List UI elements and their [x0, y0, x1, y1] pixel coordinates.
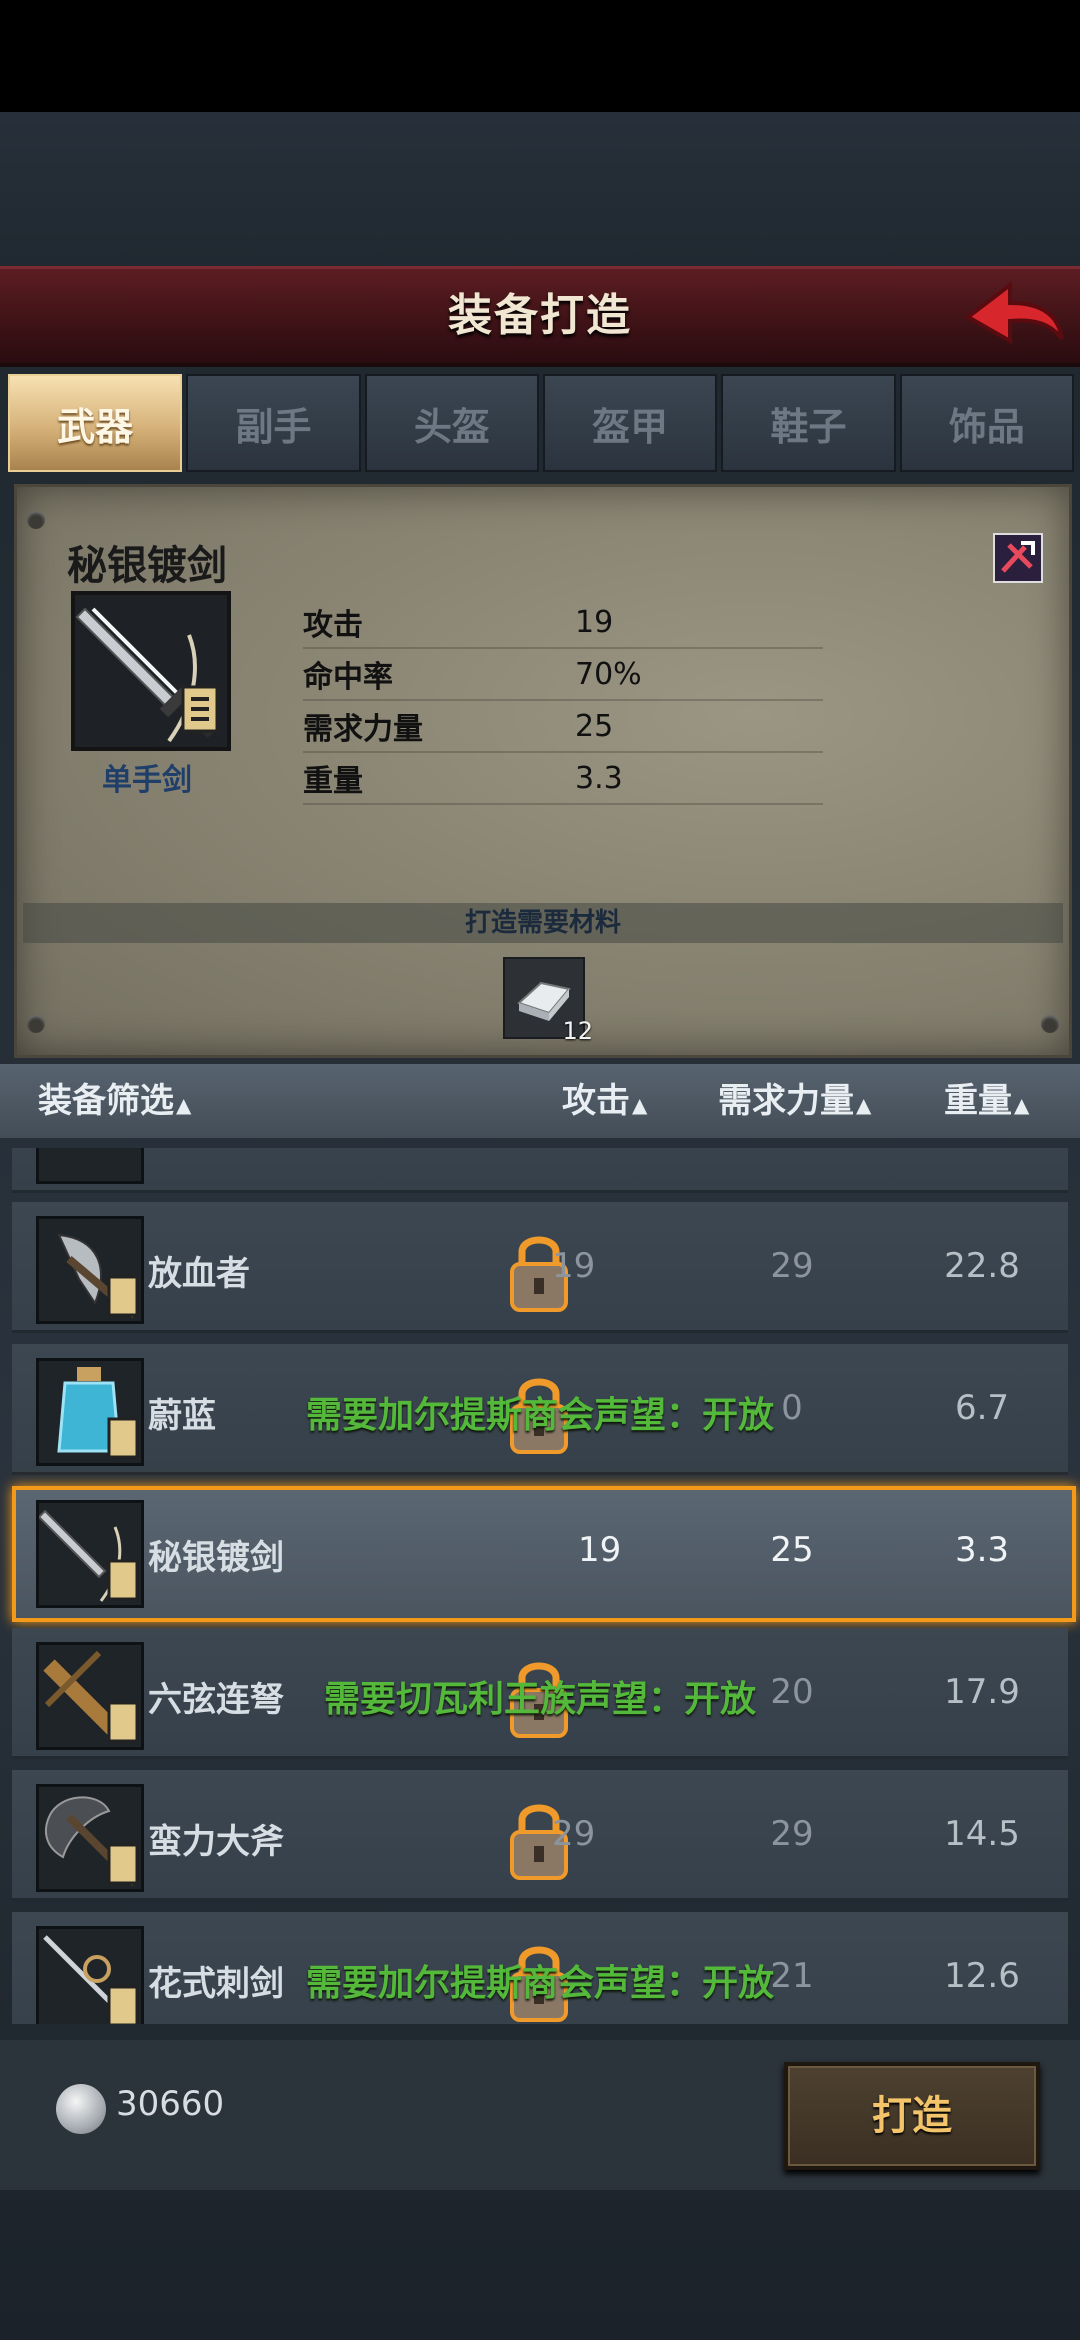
tab-helmet[interactable]: 头盔	[364, 374, 539, 472]
forge-button[interactable]: 打造	[784, 2062, 1040, 2170]
list-item[interactable]: 六弦连弩 20 17.9 需要切瓦利王族声望：开放	[12, 1622, 1068, 1762]
attack-header: 攻击	[562, 1081, 630, 1121]
materials-title: 打造需要材料	[23, 903, 1063, 943]
weapon-name: 花式刺剑	[148, 1964, 284, 2004]
list-item[interactable]: 花式刺剑 21 12.6 需要加尔提斯商会声望：开放	[12, 1906, 1068, 2024]
weapon-strength: 25	[770, 1530, 814, 1570]
rivet-icon	[27, 511, 45, 529]
stat-row: 命中率 70%	[303, 649, 823, 701]
mithril-sword-icon	[36, 1500, 144, 1608]
weapon-strength: 29	[770, 1246, 814, 1286]
weapon-list: 放血者 19 29 22.8 蔚蓝 0 6.7 需要加尔提斯商会声望：开放 秘银…	[0, 1148, 1080, 2024]
stat-label: 命中率	[303, 660, 393, 695]
list-item-selected[interactable]: 秘银镀剑 19 25 3.3	[12, 1480, 1076, 1622]
crossbow-icon	[36, 1642, 144, 1750]
weapon-weight: 14.5	[944, 1814, 1020, 1854]
stat-value: 19	[575, 604, 614, 640]
crafting-type-icon	[993, 533, 1043, 583]
tab-armor[interactable]: 盔甲	[542, 374, 718, 472]
filter-label: 装备筛选	[38, 1081, 174, 1121]
weapon-weight: 12.6	[944, 1956, 1020, 1996]
filter-sort-button[interactable]: 装备筛选 ▲	[38, 1064, 191, 1138]
sort-arrow-icon: ▲	[856, 1093, 872, 1117]
reputation-requirement: 需要加尔提斯商会声望：开放	[306, 1963, 775, 2004]
weight-header: 重量	[944, 1081, 1012, 1121]
forge-button-label: 打造	[872, 2093, 952, 2139]
sort-arrow-icon: ▲	[176, 1093, 192, 1117]
silver-amount: 30660	[116, 2084, 225, 2124]
item-type: 单手剑	[102, 763, 192, 798]
stat-value: 3.3	[575, 760, 623, 796]
stat-value: 25	[575, 708, 614, 744]
attack-sort-button[interactable]: 攻击 ▲	[562, 1064, 647, 1138]
equipment-tabs: 武器 副手 头盔 盔甲 鞋子 饰品	[8, 374, 1074, 472]
footer-bar: 30660 打造	[0, 2040, 1080, 2190]
back-arrow-icon	[964, 280, 1064, 345]
weapon-weight: 17.9	[944, 1672, 1020, 1712]
weapon-name: 秘银镀剑	[148, 1538, 284, 1578]
tab-accessory[interactable]: 饰品	[899, 374, 1074, 472]
stat-value: 70%	[575, 656, 642, 692]
list-header: 装备筛选 ▲ 攻击 ▲ 需求力量 ▲ 重量 ▲	[0, 1064, 1080, 1138]
page-title: 装备打造	[448, 290, 632, 341]
battle-axe-icon	[36, 1784, 144, 1892]
tab-weapon[interactable]: 武器	[8, 374, 183, 472]
sort-arrow-icon: ▲	[1014, 1093, 1030, 1117]
item-name: 秘银镀剑	[67, 543, 227, 589]
weapon-attack: 29	[552, 1814, 596, 1854]
axe-icon	[36, 1216, 144, 1324]
list-item[interactable]: 蔚蓝 0 6.7 需要加尔提斯商会声望：开放	[12, 1338, 1068, 1478]
tab-boots[interactable]: 鞋子	[721, 374, 896, 472]
weapon-name: 蔚蓝	[148, 1396, 216, 1436]
material-count: 12	[562, 1017, 593, 1045]
item-stats: 攻击 19 命中率 70% 需求力量 25 重量 3.3	[303, 597, 823, 805]
weapon-icon	[36, 1148, 144, 1184]
list-item[interactable]	[12, 1148, 1068, 1196]
weapon-strength: 29	[770, 1814, 814, 1854]
strength-header: 需求力量	[718, 1081, 854, 1121]
list-item[interactable]: 放血者 19 29 22.8	[12, 1196, 1068, 1336]
weight-sort-button[interactable]: 重量 ▲	[944, 1064, 1029, 1138]
rapier-icon	[36, 1926, 144, 2024]
weapon-weight: 22.8	[944, 1246, 1020, 1286]
rivet-icon	[1041, 1015, 1059, 1033]
weapon-name: 六弦连弩	[148, 1680, 284, 1720]
material-slot[interactable]: 12	[503, 957, 593, 1045]
weapon-name: 蛮力大斧	[148, 1822, 284, 1862]
reputation-requirement: 需要切瓦利王族声望：开放	[324, 1679, 757, 1720]
stat-row: 攻击 19	[303, 597, 823, 649]
blue-potion-icon	[36, 1358, 144, 1466]
silver-coin-icon	[56, 2084, 106, 2134]
stat-label: 攻击	[303, 608, 363, 643]
item-detail-panel: 秘银镀剑 单手剑 攻击 19 命中率 70% 需求力量 25 重量 3.3 打造…	[14, 484, 1072, 1058]
weapon-weight: 6.7	[954, 1388, 1010, 1428]
stat-row: 需求力量 25	[303, 701, 823, 753]
stat-row: 重量 3.3	[303, 753, 823, 805]
list-item[interactable]: 蛮力大斧 29 29 14.5	[12, 1764, 1068, 1904]
mithril-sword-icon	[71, 591, 231, 751]
rivet-icon	[27, 1015, 45, 1033]
stat-label: 需求力量	[303, 712, 423, 747]
back-button[interactable]	[962, 277, 1066, 355]
strength-sort-button[interactable]: 需求力量 ▲	[718, 1064, 871, 1138]
stat-label: 重量	[303, 764, 363, 799]
tab-offhand[interactable]: 副手	[186, 374, 361, 472]
status-bar	[0, 0, 1080, 112]
sort-arrow-icon: ▲	[632, 1093, 648, 1117]
weapon-attack: 19	[552, 1246, 596, 1286]
weapon-attack: 19	[578, 1530, 622, 1570]
weapon-name: 放血者	[148, 1254, 250, 1294]
reputation-requirement: 需要加尔提斯商会声望：开放	[306, 1395, 775, 1436]
title-bar: 装备打造	[0, 266, 1080, 367]
weapon-weight: 3.3	[954, 1530, 1010, 1570]
